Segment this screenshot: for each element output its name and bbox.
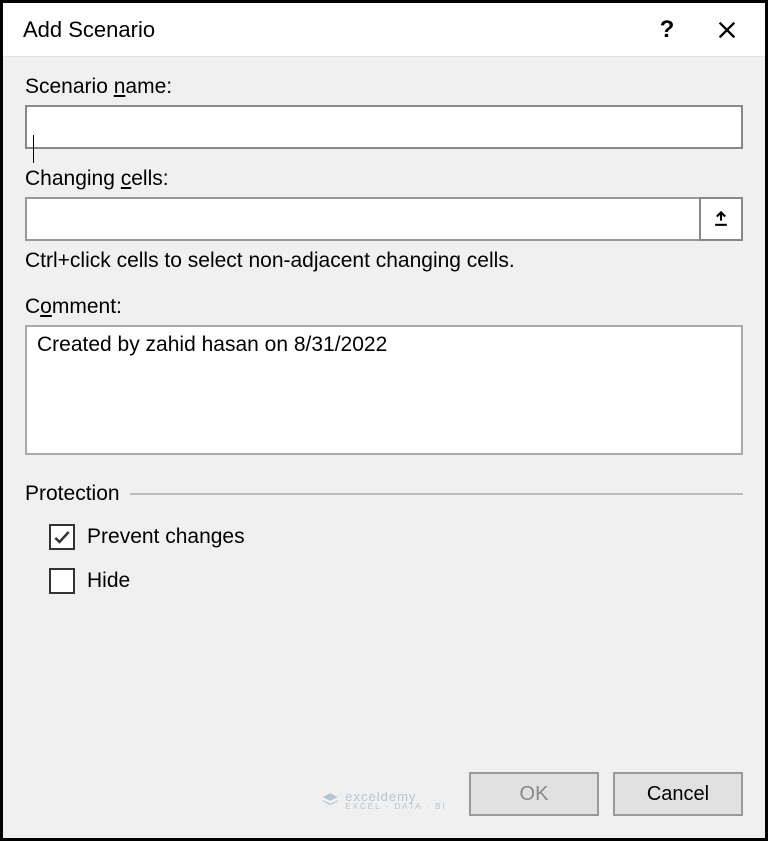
close-icon [716,19,738,41]
changing-cells-row [25,197,743,241]
protection-group: Protection Prevent changes Hide [25,482,743,594]
ok-button[interactable]: OK [469,772,599,816]
cancel-button[interactable]: Cancel [613,772,743,816]
button-row: OK Cancel [3,754,765,838]
comment-textarea[interactable]: Created by zahid hasan on 8/31/2022 [25,325,743,455]
help-icon: ? [660,16,675,44]
dialog-title: Add Scenario [23,17,637,43]
text-cursor [33,135,34,163]
add-scenario-dialog: Add Scenario ? Scenario name: Changing c… [0,0,768,841]
changing-cells-input[interactable] [25,197,699,241]
changing-cells-label: Changing cells: [25,167,743,191]
collapse-icon [711,209,731,229]
hide-checkbox[interactable] [49,568,75,594]
hide-label: Hide [87,569,130,593]
changing-cells-hint: Ctrl+click cells to select non-adjacent … [25,249,743,273]
protection-legend: Protection [25,482,130,506]
prevent-changes-checkbox[interactable] [49,524,75,550]
collapse-dialog-button[interactable] [699,197,743,241]
prevent-changes-row[interactable]: Prevent changes [49,524,743,550]
checkmark-icon [52,527,72,547]
dialog-content: Scenario name: Changing cells: Ctrl+clic… [3,57,765,754]
hide-row[interactable]: Hide [49,568,743,594]
prevent-changes-label: Prevent changes [87,525,245,549]
titlebar: Add Scenario ? [3,3,765,57]
scenario-name-label: Scenario name: [25,75,743,99]
comment-label: Comment: [25,295,743,319]
close-button[interactable] [697,3,757,57]
help-button[interactable]: ? [637,3,697,57]
scenario-name-input[interactable] [25,105,743,149]
comment-wrapper: Created by zahid hasan on 8/31/2022 [25,325,743,460]
